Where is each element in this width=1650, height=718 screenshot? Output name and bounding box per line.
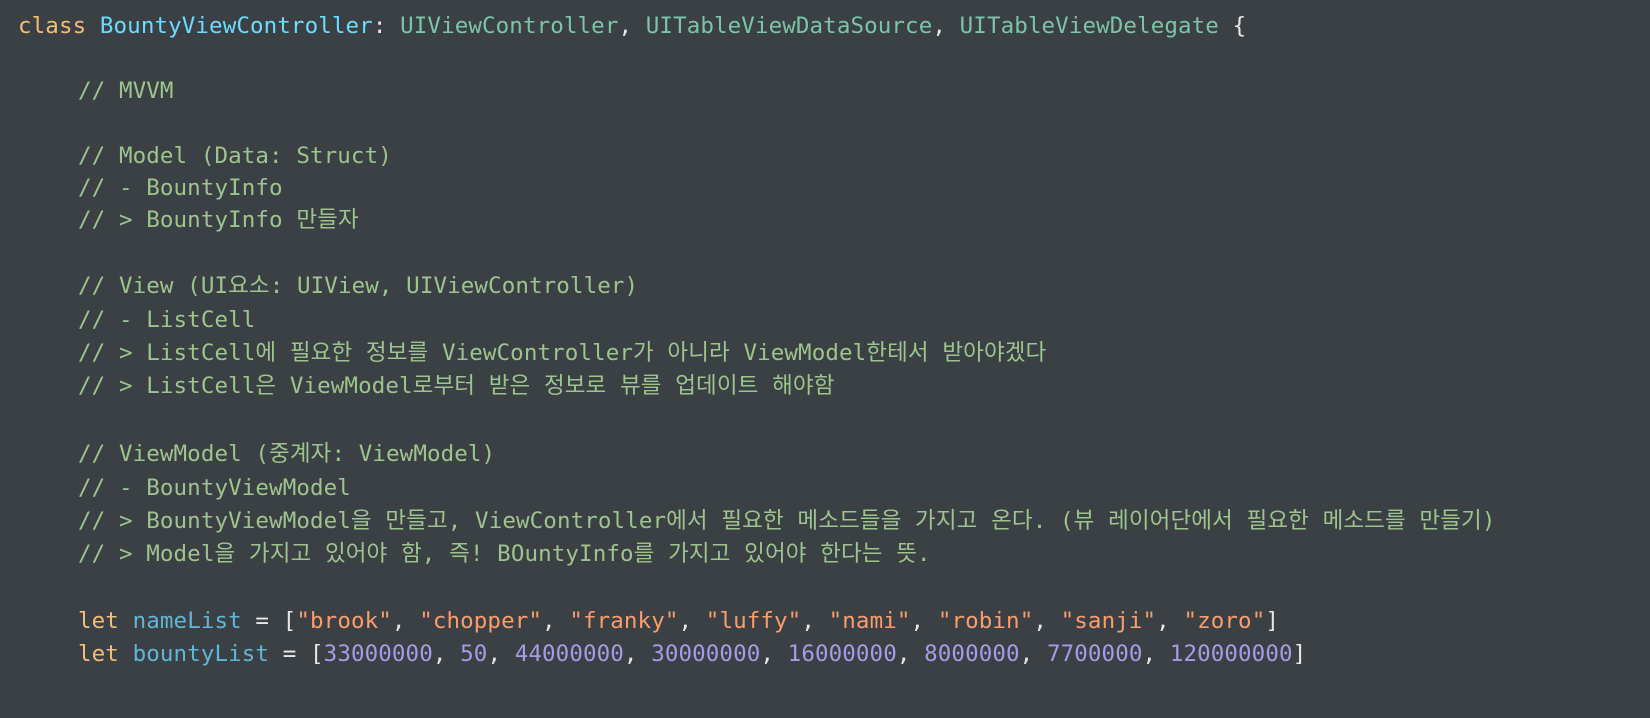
comment-line: // > ListCell은 ViewModel로부터 받은 정보로 뷰를 업데… [78, 373, 835, 399]
comment-line: // View (UI요소: UIView, UIViewController) [78, 273, 639, 299]
colon: : [372, 13, 387, 39]
string-literal: "franky" [569, 608, 679, 634]
code-line-name-list: let nameList = ["brook", "chopper", "fra… [78, 608, 1280, 634]
conformance-uiviewcontroller: UIViewController [400, 13, 619, 39]
comment-line: // - BountyViewModel [78, 475, 351, 501]
code-editor[interactable]: class BountyViewController: UIViewContro… [0, 0, 1650, 718]
string-literal: "zoro" [1183, 608, 1266, 634]
comment-line: // > ListCell에 필요한 정보를 ViewController가 아… [78, 340, 1047, 366]
number-literal: 30000000 [651, 641, 761, 667]
code-line-bounty-list: let bountyList = [33000000, 50, 44000000… [78, 641, 1307, 667]
class-name: BountyViewController [99, 13, 373, 39]
identifier-namelist: nameList [132, 608, 242, 634]
comment-line: // ViewModel (중계자: ViewModel) [78, 441, 496, 467]
number-literal: 16000000 [787, 641, 897, 667]
comment-line: // - BountyInfo [78, 175, 283, 201]
string-literal: "robin" [937, 608, 1034, 634]
conformance-delegate: UITableViewDelegate [959, 13, 1219, 39]
number-literal: 50 [460, 641, 488, 667]
keyword-let: let [78, 641, 119, 667]
string-literal: "nami" [828, 608, 911, 634]
comment-line: // > BountyViewModel을 만들고, ViewControlle… [78, 508, 1496, 534]
string-literal: "luffy" [705, 608, 802, 634]
open-brace: { [1232, 13, 1247, 39]
keyword-let: let [78, 608, 119, 634]
comment-line: // Model (Data: Struct) [78, 143, 392, 169]
keyword-class: class [18, 13, 87, 39]
conformance-datasource: UITableViewDataSource [645, 13, 933, 39]
code-line-class-declaration: class BountyViewController: UIViewContro… [18, 13, 1247, 39]
comment-line: // > Model을 가지고 있어야 함, 즉! BOuntyInfo를 가지… [78, 541, 931, 567]
string-literal: "chopper" [419, 608, 543, 634]
identifier-bountylist: bountyList [132, 641, 270, 667]
number-literal: 7700000 [1046, 641, 1143, 667]
comment-line: // MVVM [78, 78, 174, 104]
number-literal: 44000000 [514, 641, 624, 667]
number-literal: 33000000 [323, 641, 433, 667]
number-literal: 120000000 [1169, 641, 1293, 667]
comment-line: // > BountyInfo 만들자 [78, 207, 359, 233]
comment-line: // - ListCell [78, 307, 256, 333]
number-literal: 8000000 [924, 641, 1020, 667]
string-literal: "sanji" [1060, 608, 1157, 634]
string-literal: "brook" [296, 608, 392, 634]
